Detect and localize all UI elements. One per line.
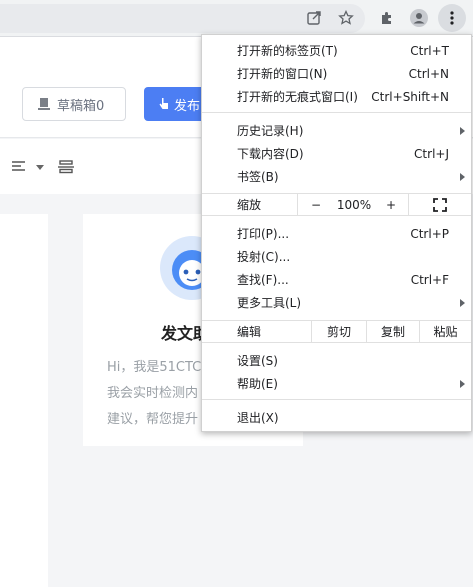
menu-item-label: 历史记录(H) — [237, 124, 304, 138]
draft-box-button[interactable]: 草稿箱0 — [22, 87, 126, 121]
share-icon[interactable] — [304, 8, 324, 28]
kebab-menu-icon[interactable] — [442, 8, 462, 28]
browser-main-menu: 打开新的标签页(T) Ctrl+T 打开新的窗口(N) Ctrl+N 打开新的无… — [201, 34, 472, 432]
hand-pointer-icon — [159, 98, 168, 109]
menu-item-history[interactable]: 历史记录(H) — [202, 119, 471, 142]
menu-item-shortcut: Ctrl+P — [410, 226, 449, 241]
strikethrough-icon[interactable] — [58, 160, 74, 174]
menu-item-label: 帮助(E) — [237, 377, 278, 391]
menu-item-label: 打印(P)... — [237, 227, 290, 241]
zoom-out-button[interactable]: − — [298, 194, 334, 215]
submenu-arrow-icon — [460, 298, 465, 307]
star-icon[interactable] — [336, 8, 356, 28]
menu-item-shortcut: Ctrl+T — [410, 43, 449, 58]
menu-item-find[interactable]: 查找(F)... Ctrl+F — [202, 268, 471, 291]
menu-divider — [202, 399, 471, 400]
cut-button[interactable]: 剪切 — [312, 321, 366, 342]
menu-item-label: 更多工具(L) — [237, 296, 302, 310]
submenu-arrow-icon — [460, 126, 465, 135]
menu-item-print[interactable]: 打印(P)... Ctrl+P — [202, 222, 471, 245]
menu-item-bookmarks[interactable]: 书签(B) — [202, 165, 471, 188]
submenu-arrow-icon — [460, 379, 465, 388]
chevron-down-icon[interactable] — [36, 165, 44, 170]
fullscreen-icon — [433, 197, 447, 212]
edit-label: 编辑 — [237, 325, 262, 339]
menu-item-downloads[interactable]: 下载内容(D) Ctrl+J — [202, 142, 471, 165]
menu-item-label: 投射(C)... — [237, 250, 291, 264]
menu-item-more-tools[interactable]: 更多工具(L) — [202, 291, 471, 314]
paste-button[interactable]: 粘贴 — [420, 321, 471, 342]
menu-item-new-window[interactable]: 打开新的窗口(N) Ctrl+N — [202, 62, 471, 85]
menu-item-label: 查找(F)... — [237, 273, 289, 287]
publish-label: 发布 — [174, 98, 201, 114]
zoom-label: 缩放 — [237, 198, 262, 212]
menu-item-label: 打开新的窗口(N) — [237, 67, 328, 81]
menu-item-new-tab[interactable]: 打开新的标签页(T) Ctrl+T — [202, 39, 471, 62]
browser-toolbar — [0, 0, 473, 37]
menu-item-shortcut: Ctrl+N — [408, 66, 449, 81]
menu-item-cast[interactable]: 投射(C)... — [202, 245, 471, 268]
draft-box-label: 草稿箱0 — [57, 98, 105, 114]
menu-item-label: 打开新的标签页(T) — [237, 44, 338, 58]
extensions-icon[interactable] — [377, 8, 397, 28]
copy-button[interactable]: 复制 — [367, 321, 419, 342]
edit-row: 编辑 剪切 复制 粘贴 — [202, 320, 471, 343]
menu-item-shortcut: Ctrl+Shift+N — [371, 89, 449, 104]
assistant-text-line: 建议，帮您提升 — [107, 412, 199, 427]
fullscreen-button[interactable] — [409, 194, 471, 215]
menu-item-label: 退出(X) — [237, 411, 279, 425]
profile-icon[interactable] — [409, 8, 429, 28]
menu-item-exit[interactable]: 退出(X) — [202, 406, 471, 429]
menu-item-shortcut: Ctrl+J — [414, 146, 449, 161]
editor-pane[interactable] — [0, 214, 48, 587]
menu-item-new-incognito[interactable]: 打开新的无痕式窗口(I) Ctrl+Shift+N — [202, 85, 471, 108]
menu-item-label: 打开新的无痕式窗口(I) — [237, 90, 358, 104]
menu-item-help[interactable]: 帮助(E) — [202, 372, 471, 395]
menu-item-label: 设置(S) — [237, 354, 278, 368]
submenu-arrow-icon — [460, 172, 465, 181]
assistant-text-line: Hi，我是51CTC — [107, 360, 202, 375]
menu-item-settings[interactable]: 设置(S) — [202, 349, 471, 372]
menu-divider — [202, 112, 471, 113]
menu-item-shortcut: Ctrl+F — [410, 272, 449, 287]
menu-item-label: 下载内容(D) — [237, 147, 304, 161]
assistant-text-line: 我会实时检测内 — [107, 386, 199, 401]
zoom-row: 缩放 − 100% + — [202, 193, 471, 216]
draft-icon — [38, 98, 50, 110]
menu-item-label: 书签(B) — [237, 170, 279, 184]
zoom-in-button[interactable]: + — [374, 194, 408, 215]
align-left-icon[interactable] — [12, 161, 26, 173]
zoom-level: 100% — [336, 197, 372, 212]
